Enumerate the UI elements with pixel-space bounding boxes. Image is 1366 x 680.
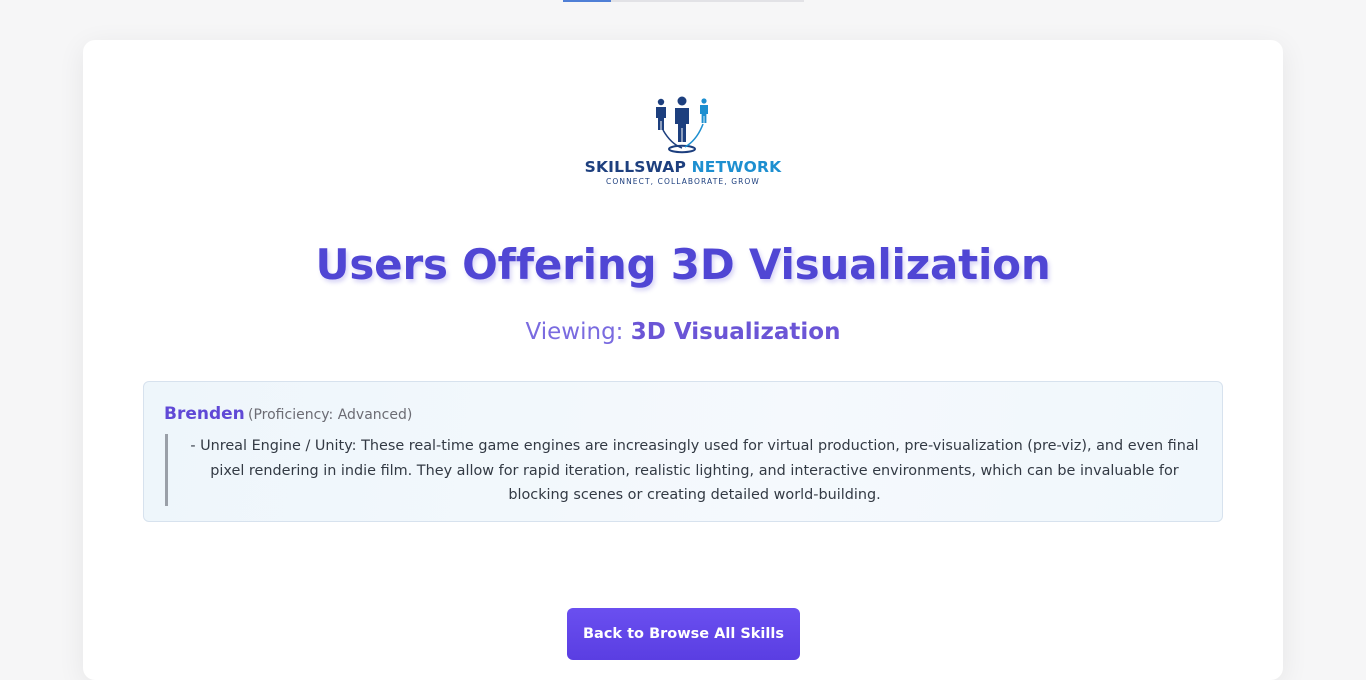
user-proficiency: (Proficiency: Advanced) [248,407,413,423]
site-logo[interactable]: SKILLSWAP NETWORK CONNECT, COLLABORATE, … [583,94,783,186]
viewing-line: Viewing: 3D Visualization [83,319,1283,345]
main-card: SKILLSWAP NETWORK CONNECT, COLLABORATE, … [83,40,1283,680]
top-progress-bar [563,0,804,2]
page-title: Users Offering 3D Visualization [315,240,1051,289]
user-name[interactable]: Brenden [164,404,245,424]
viewing-prefix: Viewing: [525,319,624,345]
logo-name-part2: NETWORK [691,158,782,176]
top-progress-fill [563,0,612,2]
viewing-skill: 3D Visualization [630,319,841,345]
logo-tagline: CONNECT, COLLABORATE, GROW [606,177,760,186]
back-to-browse-button[interactable]: Back to Browse All Skills [567,608,800,660]
logo-wordmark: SKILLSWAP NETWORK [583,158,783,176]
logo-name-part1: SKILLSWAP [584,158,687,176]
user-card: Brenden (Proficiency: Advanced) - Unreal… [143,381,1223,522]
people-network-icon [656,96,708,154]
user-description: - Unreal Engine / Unity: These real-time… [165,434,1203,506]
